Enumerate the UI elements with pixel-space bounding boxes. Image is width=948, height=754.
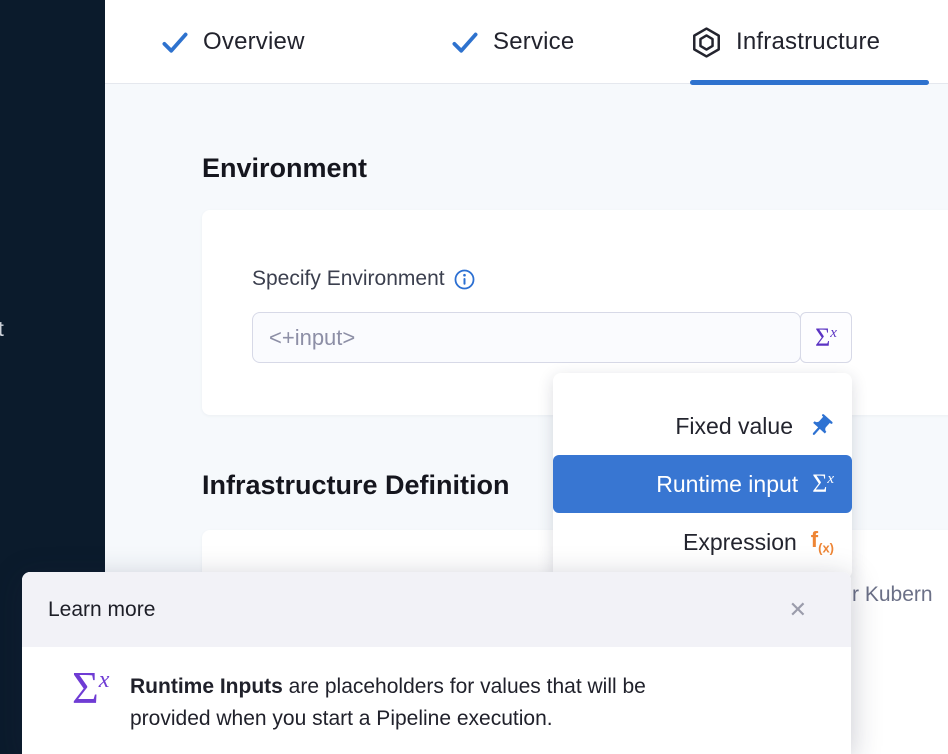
sigma-x-icon: Σ x [815,325,837,351]
tab-label: Service [493,28,574,56]
environment-heading: Environment [202,153,367,184]
dropdown-item-label: Expression [683,529,797,556]
dropdown-item-label: Fixed value [675,413,793,440]
stage-tabbar: Overview Service Infrastructure [105,0,948,84]
tab-label: Infrastructure [736,28,880,56]
pin-icon [801,407,839,445]
specify-environment-label: Specify Environment [252,267,445,291]
tab-overview[interactable]: Overview [160,0,305,84]
dropdown-item-label: Runtime input [656,471,798,498]
check-icon [450,27,480,57]
app-screen: t Overview Service Infrastructure Enviro… [0,0,948,754]
learn-more-title: Learn more [48,598,155,622]
kubernetes-text-fragment: r Kubern [852,583,933,607]
specify-environment-label-row: Specify Environment [252,267,475,291]
environment-input[interactable] [252,312,801,363]
tab-label: Overview [203,28,305,56]
tab-infrastructure[interactable]: Infrastructure [690,0,880,84]
close-icon[interactable]: ✕ [789,599,807,621]
infrastructure-definition-heading: Infrastructure Definition [202,470,510,501]
sigma-x-icon: Σ x [812,471,834,497]
dropdown-item-expression[interactable]: Expression f(x) [553,513,852,571]
multi-type-dropdown: Fixed value Runtime input Σ x Expression… [553,373,852,579]
dropdown-item-runtime-input[interactable]: Runtime input Σ x [553,455,852,513]
active-tab-underline [690,80,929,85]
sigma-x-icon: Σ x [72,665,109,711]
learn-more-popup: Learn more ✕ Σ x Runtime Inputs are plac… [22,572,851,754]
sidebar-text-fragment: t [0,318,4,342]
info-icon[interactable] [454,269,475,290]
tab-service[interactable]: Service [450,0,574,84]
check-icon [160,27,190,57]
runtime-inputs-description: Runtime Inputs are placeholders for valu… [130,671,710,735]
multi-type-button[interactable]: Σ x [800,312,852,363]
dropdown-item-fixed-value[interactable]: Fixed value [553,397,852,455]
infrastructure-hexagon-icon [690,26,723,59]
expression-fx-icon: f(x) [811,529,834,554]
learn-more-header: Learn more ✕ [22,572,851,647]
learn-more-body: Σ x Runtime Inputs are placeholders for … [22,647,851,754]
environment-input-row: Σ x [252,312,852,363]
